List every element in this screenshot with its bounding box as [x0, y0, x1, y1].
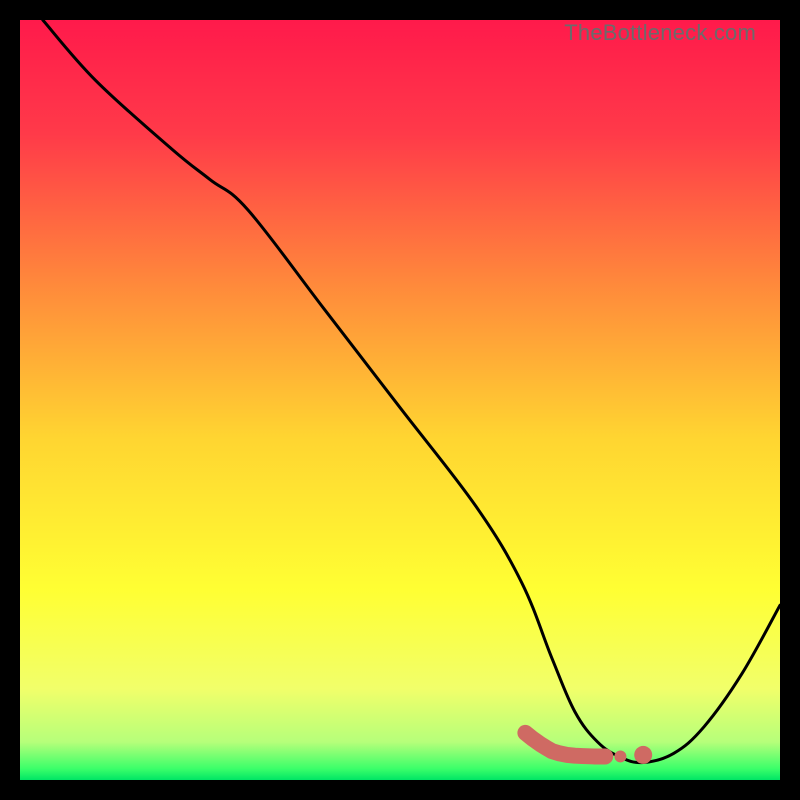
chart-frame: TheBottleneck.com	[20, 20, 780, 780]
bottleneck-chart	[20, 20, 780, 780]
point-marker-cluster-right-0	[634, 746, 652, 764]
point-marker-gap-dot-0	[614, 750, 626, 762]
watermark-label: TheBottleneck.com	[564, 20, 756, 46]
gradient-background	[20, 20, 780, 780]
